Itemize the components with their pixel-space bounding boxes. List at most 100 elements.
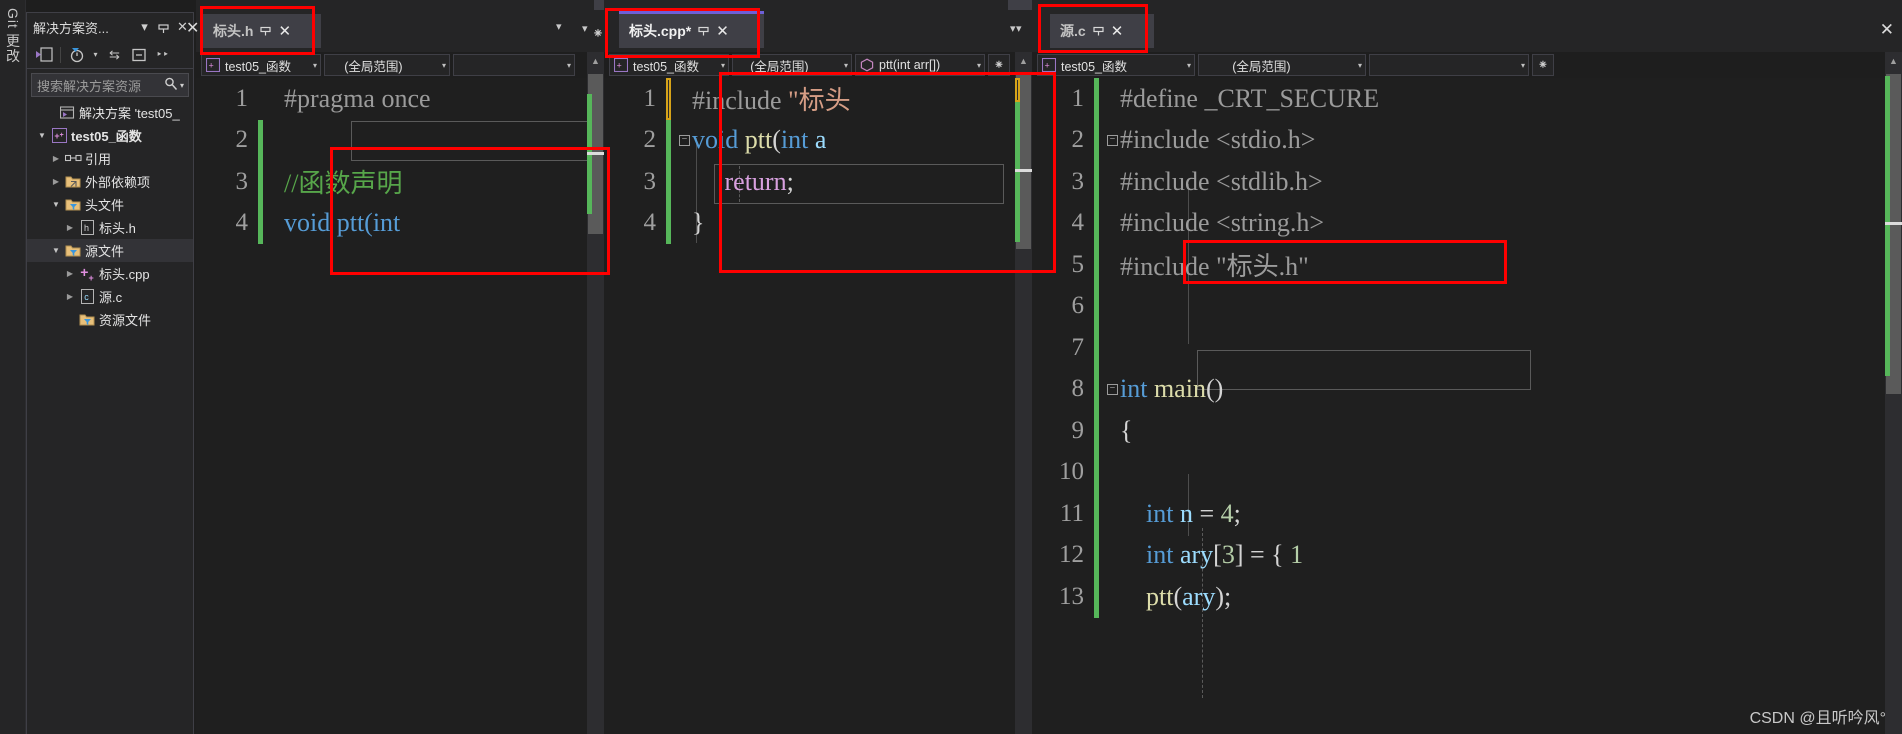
fold-toggle[interactable]: − bbox=[1105, 383, 1120, 395]
close-icon[interactable]: ✕ bbox=[278, 22, 291, 40]
search-icon[interactable] bbox=[162, 77, 180, 94]
filter-folder-icon bbox=[77, 313, 97, 327]
fold-toggle[interactable]: − bbox=[1105, 134, 1120, 146]
cpp-project-icon: + + bbox=[49, 128, 69, 143]
change-bar bbox=[258, 161, 263, 203]
pin-icon[interactable] bbox=[1093, 24, 1104, 39]
pending-changes-dropdown-icon[interactable]: ▾ bbox=[90, 44, 101, 65]
member-selector-label: ptt(int arr[]) bbox=[879, 58, 941, 72]
project-selector-2[interactable]: + test05_函数 ▾ bbox=[609, 54, 729, 76]
tree-item-cpp-file[interactable]: ▶ ++ 标头.cpp bbox=[27, 262, 193, 285]
fold-toggle[interactable]: − bbox=[677, 134, 692, 146]
chevron-down-icon[interactable]: ▾ bbox=[839, 61, 848, 70]
overflow-icon[interactable]: ‣‣ bbox=[152, 44, 173, 65]
tree-item-source-filter[interactable]: ▼ 源文件 bbox=[27, 239, 193, 262]
tab-active-accent bbox=[619, 11, 764, 14]
chevron-down-icon[interactable]: ▾ bbox=[180, 81, 188, 90]
code-area-1[interactable]: 1 #pragma once 2 3 //函数声明 4 void ptt(int bbox=[196, 78, 604, 734]
expand-arrow-icon[interactable]: ▼ bbox=[49, 246, 63, 255]
change-bar bbox=[1094, 78, 1099, 120]
tree-item-header-filter[interactable]: ▼ 头文件 bbox=[27, 193, 193, 216]
collapse-arrow-icon[interactable]: ▶ bbox=[63, 223, 77, 232]
scope-selector-3[interactable]: (全局范围) ▾ bbox=[1198, 54, 1366, 76]
split-window-icon[interactable]: ⁕ bbox=[988, 54, 1010, 76]
scope-selector-label: (全局范围) bbox=[344, 59, 403, 74]
home-view-icon[interactable] bbox=[34, 44, 55, 65]
pane-close-icon[interactable]: ✕ bbox=[186, 18, 199, 38]
change-bar bbox=[1094, 244, 1099, 286]
vertical-scrollbar-1[interactable]: ▲ bbox=[587, 52, 604, 734]
member-selector-2[interactable]: ptt(int arr[]) ▾ bbox=[855, 54, 985, 76]
tab-overflow-chevron-icon-2[interactable]: ▾ bbox=[1016, 22, 1022, 35]
change-bar bbox=[1094, 534, 1099, 576]
chevron-down-icon[interactable]: ▾ bbox=[308, 61, 317, 70]
tab-overflow-chevron-icon[interactable]: ▾ bbox=[1010, 22, 1016, 35]
line-number: 2 bbox=[643, 126, 657, 154]
tree-item-external-deps[interactable]: ▶ 外部依赖项 bbox=[27, 170, 193, 193]
vertical-scrollbar-3[interactable]: ▲ bbox=[1885, 52, 1902, 734]
close-icon[interactable]: ✕ bbox=[1111, 22, 1124, 40]
csdn-watermark: CSDN @且听吟风° bbox=[1749, 710, 1886, 727]
collapse-arrow-icon[interactable]: ▶ bbox=[63, 292, 77, 301]
solution-explorer-title: 解决方案资... bbox=[33, 20, 109, 36]
tree-item-resource-filter[interactable]: 资源文件 bbox=[27, 308, 193, 331]
collapse-arrow-icon[interactable]: ▶ bbox=[63, 269, 77, 278]
solution-explorer-search[interactable]: 搜索解决方案资源 ▾ bbox=[31, 73, 189, 97]
change-bar bbox=[1094, 493, 1099, 535]
split-view-icon[interactable]: ⁕ bbox=[589, 24, 607, 42]
pin-icon[interactable] bbox=[698, 24, 709, 39]
scroll-up-icon[interactable]: ▲ bbox=[1885, 52, 1902, 69]
tree-item-header-file[interactable]: ▶ h 标头.h bbox=[27, 216, 193, 239]
scroll-up-icon[interactable]: ▲ bbox=[1015, 52, 1032, 69]
project-selector-1[interactable]: + test05_函数 ▾ bbox=[201, 54, 321, 76]
tab-overflow-chevron-icon[interactable]: ▾ bbox=[582, 22, 588, 35]
member-selector-1[interactable]: ▾ bbox=[453, 54, 575, 76]
tab-overflow-chevron-icon[interactable]: ▾ bbox=[556, 20, 562, 33]
scroll-up-icon[interactable]: ▲ bbox=[587, 52, 604, 69]
pending-changes-icon[interactable] bbox=[66, 44, 87, 65]
line-number: 7 bbox=[1071, 333, 1085, 361]
expand-arrow-icon[interactable]: ▼ bbox=[49, 200, 63, 209]
pin-icon[interactable] bbox=[260, 24, 272, 39]
line-number: 4 bbox=[235, 209, 249, 237]
chevron-down-icon[interactable]: ▾ bbox=[1516, 61, 1525, 70]
tab-header-h[interactable]: 标头.h ✕ bbox=[203, 14, 321, 48]
tree-item-solution[interactable]: 解决方案 'test05_ bbox=[27, 101, 193, 124]
code-line: 4 #include <string.h> bbox=[1032, 202, 1902, 244]
collapse-all-icon[interactable] bbox=[128, 44, 149, 65]
tab-header-cpp[interactable]: 标头.cpp* ✕ bbox=[619, 11, 764, 48]
tree-item-project[interactable]: ▼ + + test05_函数 bbox=[27, 124, 193, 147]
chevron-down-icon[interactable]: ▾ bbox=[1182, 61, 1191, 70]
tree-item-c-file[interactable]: ▶ c 源.c bbox=[27, 285, 193, 308]
chevron-down-icon[interactable]: ▾ bbox=[972, 61, 981, 70]
collapse-arrow-icon[interactable]: ▶ bbox=[49, 154, 63, 163]
member-selector-3[interactable]: ▾ bbox=[1369, 54, 1529, 76]
chevron-down-icon[interactable]: ▾ bbox=[1353, 61, 1362, 70]
project-selector-3[interactable]: + test05_函数 ▾ bbox=[1037, 54, 1195, 76]
split-window-icon[interactable]: ⁕ bbox=[1532, 54, 1554, 76]
code-text: int main() bbox=[1120, 374, 1224, 404]
search-input[interactable]: 搜索解决方案资源 bbox=[32, 76, 162, 95]
scope-selector-2[interactable]: (全局范围) ▾ bbox=[732, 54, 852, 76]
collapse-arrow-icon[interactable]: ▶ bbox=[49, 177, 63, 186]
git-changes-strip[interactable]: Git 更改 bbox=[0, 0, 26, 734]
pin-icon[interactable] bbox=[155, 18, 172, 37]
code-area-2[interactable]: 1 #include "标头 2 − void ptt(int a 3 retu… bbox=[604, 78, 1032, 734]
code-text: void ptt(int a bbox=[692, 125, 827, 155]
code-text: #pragma once bbox=[284, 83, 431, 113]
chevron-down-icon[interactable]: ▾ bbox=[716, 61, 725, 70]
pane-close-icon[interactable]: ✕ bbox=[1880, 20, 1894, 40]
filter-folder-icon bbox=[63, 244, 83, 258]
close-icon[interactable]: ✕ bbox=[716, 22, 729, 40]
chevron-down-icon[interactable]: ▾ bbox=[136, 18, 153, 37]
chevron-down-icon[interactable]: ▾ bbox=[437, 61, 446, 70]
tab-source-c[interactable]: 源.c ✕ bbox=[1050, 14, 1154, 48]
tab-label: 源.c bbox=[1060, 23, 1086, 39]
scope-selector-1[interactable]: (全局范围) ▾ bbox=[324, 54, 450, 76]
chevron-down-icon[interactable]: ▾ bbox=[562, 61, 571, 70]
vertical-scrollbar-2[interactable]: ▲ bbox=[1015, 52, 1032, 734]
tree-item-references[interactable]: ▶ 引用 bbox=[27, 147, 193, 170]
sync-icon[interactable]: ⇆ bbox=[104, 44, 125, 65]
expand-arrow-icon[interactable]: ▼ bbox=[35, 131, 49, 140]
code-area-3[interactable]: 1 #define _CRT_SECURE 2 − #include <stdi… bbox=[1032, 78, 1902, 734]
